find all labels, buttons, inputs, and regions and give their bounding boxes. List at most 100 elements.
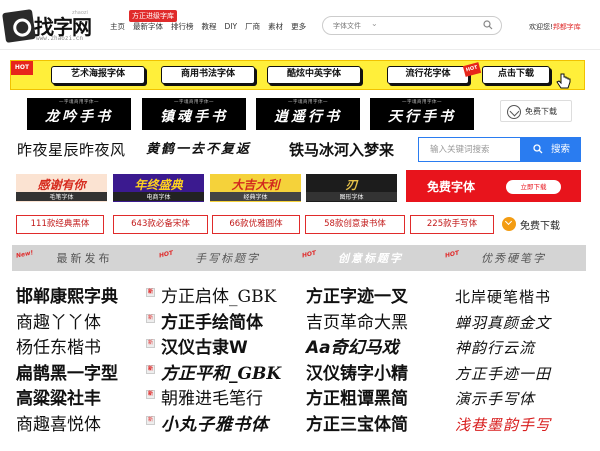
font-name: 商趣丫丫体 — [16, 312, 101, 333]
nav-materials[interactable]: 素材 — [268, 22, 283, 32]
font-list-item[interactable]: 北岸硬笔楷书 — [441, 285, 586, 311]
search-icon — [533, 144, 543, 154]
font-list-item[interactable]: 蝉羽真颜金文 — [441, 311, 586, 337]
font-list-item[interactable]: 邯郸康熙字典 新 — [12, 285, 157, 311]
tag-songti[interactable]: 643款必备宋体 — [113, 215, 208, 234]
new-corner-icon: 新 — [146, 415, 155, 425]
nav-latest[interactable]: 最新字体 — [133, 22, 163, 32]
search-icon[interactable] — [483, 20, 493, 30]
column-header[interactable]: HOT 手写标题字 — [155, 245, 300, 271]
nav-ranking[interactable]: 排行榜 — [171, 22, 194, 32]
promo-banner[interactable]: HOT 艺术海报字体 商用书法字体 酷炫中英字体 流行花字体 HOT 点击下载 — [10, 60, 585, 90]
category-preview: 大吉大利 — [231, 178, 280, 192]
free-download-button-2[interactable]: 免费下载 — [500, 214, 574, 234]
tag-lishu[interactable]: 58款创意隶书体 — [305, 215, 405, 234]
column-header[interactable]: New! 最新发布 — [12, 245, 157, 271]
nav-home[interactable]: 主页 — [110, 22, 125, 32]
font-list-item[interactable]: 小丸子雅书体 — [155, 413, 300, 439]
category-label: 毛笔字体 — [16, 192, 107, 201]
free-download-button[interactable]: 免费下载 — [500, 100, 572, 122]
font-list-item[interactable]: 扁鹊黑一字型 新 — [12, 362, 157, 388]
sample-text-1[interactable]: 昨夜星辰昨夜风 — [17, 138, 126, 162]
featured-top-label: 一字魂商用字体一 — [59, 100, 99, 105]
category-brush[interactable]: 感谢有你 毛笔字体 — [16, 174, 107, 202]
font-list-item[interactable]: 吉页革命大黑 — [298, 311, 443, 337]
nav-vendors[interactable]: 厂商 — [245, 22, 260, 32]
keyword-search-button[interactable]: 搜索 — [520, 138, 580, 161]
font-list-item[interactable]: 方正三宝体简 — [298, 413, 443, 439]
free-download-label: 免费下载 — [525, 107, 557, 116]
featured-font-card[interactable]: 一字魂商用字体一 镇魂手书 — [142, 98, 246, 130]
font-list-item[interactable]: 演示手写体 — [441, 387, 586, 413]
featured-font-card[interactable]: 一字魂商用字体一 龙吟手书 — [27, 98, 131, 130]
new-corner-icon: 新 — [146, 364, 155, 374]
welcome-label: 欢迎您! — [529, 23, 553, 31]
download-icon — [502, 217, 516, 231]
free-fonts-banner[interactable]: 免费字体 立即下载 — [406, 170, 581, 202]
font-list-item[interactable]: 方正平和_GBK — [155, 362, 300, 388]
welcome-brand-link[interactable]: 邦都字库 — [553, 23, 581, 31]
banner-download-button[interactable]: 点击下载 — [482, 66, 550, 84]
font-list-item[interactable]: Aa奇幻马戏 — [298, 336, 443, 362]
sample-text-3[interactable]: 铁马冰河入梦来 — [289, 138, 394, 162]
column-header[interactable]: HOT 创意标题字 — [298, 245, 443, 271]
font-list-item[interactable]: 方正启体_GBK — [155, 285, 300, 311]
featured-top-label: 一字魂商用字体一 — [288, 100, 328, 105]
nav-tutorial[interactable]: 教程 — [202, 22, 217, 32]
free-download-label: 免费下载 — [520, 221, 560, 232]
font-name: 邯郸康熙字典 — [16, 287, 118, 307]
category-ecommerce[interactable]: 年终盛典 电商字体 — [113, 174, 204, 202]
new-corner-icon: 新 — [146, 390, 155, 399]
font-list-item[interactable]: 高粱粱社丰 新 — [12, 387, 157, 413]
column-title: 最新发布 — [56, 252, 113, 265]
welcome-text: 欢迎您!邦都字库 — [529, 22, 581, 32]
banner-pill-commercial[interactable]: 商用书法字体 — [161, 66, 255, 84]
site-logo[interactable]: 找字网 zhaozi www.zhaozi.cn — [2, 9, 100, 43]
sample-text-2[interactable]: 黄鹤一去不复返 — [146, 138, 251, 162]
font-list-item[interactable]: 方正粗谭黑简 — [298, 387, 443, 413]
font-list-item[interactable]: 汉仪铸字小精 — [298, 362, 443, 388]
header-search[interactable]: 字体文件 ⌄ — [322, 16, 502, 35]
category-label: 图形字体 — [306, 192, 397, 201]
font-list-item[interactable]: 商趣喜悦体 新 — [12, 413, 157, 439]
featured-font-card[interactable]: 一字魂商用字体一 逍遥行书 — [256, 98, 360, 130]
font-list-item[interactable]: 汉仪古隶W — [155, 336, 300, 362]
download-now-button[interactable]: 立即下载 — [506, 180, 561, 194]
nav-diy[interactable]: DIY — [225, 22, 238, 32]
main-nav: 主页 最新字体 排行榜 教程 DIY 厂商 素材 更多 — [110, 22, 314, 32]
column-hard-pen: HOT 优秀硬笔字 北岸硬笔楷书 蝉羽真颜金文 神韵行云流 方正手迹一田 演示手… — [441, 245, 586, 451]
font-list-item[interactable]: 杨任东楷书 新 — [12, 336, 157, 362]
promo-tag[interactable]: 方正进级字库 — [129, 10, 177, 22]
hand-cursor-icon — [556, 73, 571, 89]
font-list-item[interactable]: 方正手迹一田 — [441, 362, 586, 388]
tag-handwriting[interactable]: 225款手写体 — [410, 215, 494, 234]
featured-font-card[interactable]: 一字魂商用字体一 天行手书 — [370, 98, 474, 130]
font-list-item[interactable]: 方正手绘简体 — [155, 311, 300, 337]
new-corner-icon: 新 — [146, 313, 155, 323]
category-label: 经典字体 — [210, 192, 301, 201]
font-list-item[interactable]: 方正字迹一叉 — [298, 285, 443, 311]
category-graphic[interactable]: 刃 图形字体 — [306, 174, 397, 202]
keyword-search: 搜索 — [418, 137, 581, 162]
font-list: 邯郸康熙字典新 商趣丫丫体新 杨任东楷书新 扁鹊黑一字型新 高粱粱社丰新 商趣喜… — [12, 285, 157, 438]
font-list-item[interactable]: 朝雅进毛笔行 — [155, 387, 300, 413]
banner-pill-popular[interactable]: 流行花字体 — [387, 66, 469, 84]
font-list: 方正启体_GBK 方正手绘简体 汉仪古隶W 方正平和_GBK 朝雅进毛笔行 小丸… — [155, 285, 300, 438]
featured-top-label: 一字魂商用字体一 — [402, 100, 442, 105]
banner-pill-cool[interactable]: 酷炫中英字体 — [267, 66, 361, 84]
banner-pill-art-poster[interactable]: 艺术海报字体 — [51, 66, 145, 84]
font-list-item[interactable]: 浅巷墨韵手写 — [441, 413, 586, 439]
font-list-item[interactable]: 神韵行云流 — [441, 336, 586, 362]
tag-heiti[interactable]: 111款经典黑体 — [16, 215, 104, 234]
category-classic[interactable]: 大吉大利 经典字体 — [210, 174, 301, 202]
font-list-item[interactable]: 商趣丫丫体 新 — [12, 311, 157, 337]
column-header[interactable]: HOT 优秀硬笔字 — [441, 245, 586, 271]
font-name: 商趣喜悦体 — [16, 414, 101, 435]
tag-yuanti[interactable]: 66款优雅圆体 — [212, 215, 300, 234]
new-corner-icon: 新 — [146, 288, 155, 297]
font-name: 杨任东楷书 — [16, 338, 101, 358]
category-label: 电商字体 — [113, 192, 204, 201]
search-type-select[interactable]: 字体文件 — [333, 21, 361, 31]
nav-more[interactable]: 更多 — [291, 22, 306, 32]
keyword-search-input[interactable] — [419, 138, 521, 161]
